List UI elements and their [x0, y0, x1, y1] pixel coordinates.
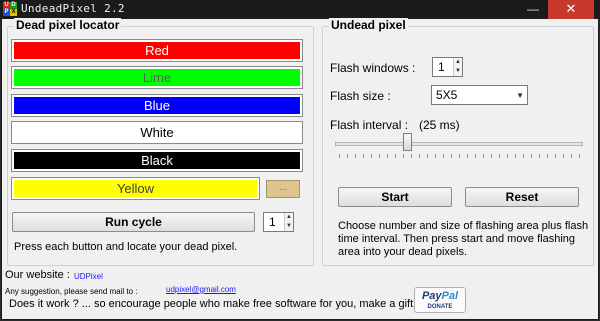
mail-link[interactable]: udpixel@gmail.com [166, 285, 236, 294]
paypal-donate-button[interactable]: PayPal DONATE [414, 287, 466, 313]
close-icon: ✕ [565, 1, 577, 16]
flash-windows-label: Flash windows : [330, 61, 416, 75]
app-icon: U D P X [3, 2, 17, 16]
flash-interval-slider-track[interactable] [335, 142, 583, 146]
undead-hint: Choose number and size of flashing area … [338, 220, 589, 258]
window-client: Dead pixel locator Red Lime Blue White B… [1, 18, 599, 320]
locator-hint: Press each button and locate your dead p… [14, 241, 238, 253]
stepper-arrows-icon[interactable]: ▲ ▼ [453, 58, 462, 76]
app-icon-letter: D [10, 2, 17, 9]
close-button[interactable]: ✕ [548, 0, 594, 19]
app-icon-letter: U [3, 2, 10, 9]
website-label: Our website : [5, 269, 70, 281]
paypal-logo: PayPal [421, 290, 459, 302]
group-title: Undead pixel [329, 18, 408, 32]
start-button[interactable]: Start [338, 187, 452, 207]
flash-size-select[interactable]: 5X5 ▼ [431, 85, 528, 105]
window-title: UndeadPixel 2.2 [21, 2, 125, 15]
reset-button[interactable]: Reset [465, 187, 579, 207]
app-icon-letter: P [3, 9, 10, 16]
undead-pixel-group: Undead pixel Flash windows : 1 ▲ ▼ Flash … [322, 18, 594, 266]
donate-label: DONATE [427, 304, 453, 310]
flash-windows-stepper[interactable]: 1 ▲ ▼ [432, 57, 463, 77]
flash-interval-slider-thumb[interactable] [403, 133, 412, 151]
yellow-button[interactable]: Yellow [11, 177, 260, 200]
flash-size-label: Flash size : [330, 89, 391, 103]
website-link[interactable]: UDPixel [74, 272, 103, 281]
cycle-count-value: 1 [269, 215, 276, 229]
run-cycle-button[interactable]: Run cycle [12, 212, 255, 232]
stepper-arrows-icon[interactable]: ▲ ▼ [284, 213, 293, 231]
lime-button[interactable]: Lime [11, 66, 303, 89]
flash-size-value: 5X5 [436, 88, 458, 102]
custom-color-button[interactable]: ... [266, 180, 300, 198]
cycle-count-stepper[interactable]: 1 ▲ ▼ [263, 212, 294, 232]
title-bar: U D P X UndeadPixel 2.2 — ✕ [0, 0, 600, 19]
flash-windows-value: 1 [438, 60, 445, 74]
white-button[interactable]: White [11, 121, 303, 144]
dead-pixel-locator-group: Dead pixel locator Red Lime Blue White B… [7, 18, 314, 266]
red-button[interactable]: Red [11, 39, 303, 62]
slider-ticks [339, 154, 583, 158]
blue-button[interactable]: Blue [11, 94, 303, 117]
group-title: Dead pixel locator [14, 18, 122, 32]
black-button[interactable]: Black [11, 149, 303, 172]
gift-text: Does it work ? ... so encourage people w… [9, 298, 420, 310]
mail-label: Any suggestion, please send mail to : [5, 287, 138, 296]
flash-interval-label: Flash interval : [330, 118, 409, 132]
minimize-icon: — [527, 2, 539, 16]
minimize-button[interactable]: — [520, 0, 546, 19]
app-icon-letter: X [10, 9, 17, 16]
chevron-down-icon: ▼ [516, 91, 524, 100]
flash-interval-value: (25 ms) [419, 118, 460, 132]
